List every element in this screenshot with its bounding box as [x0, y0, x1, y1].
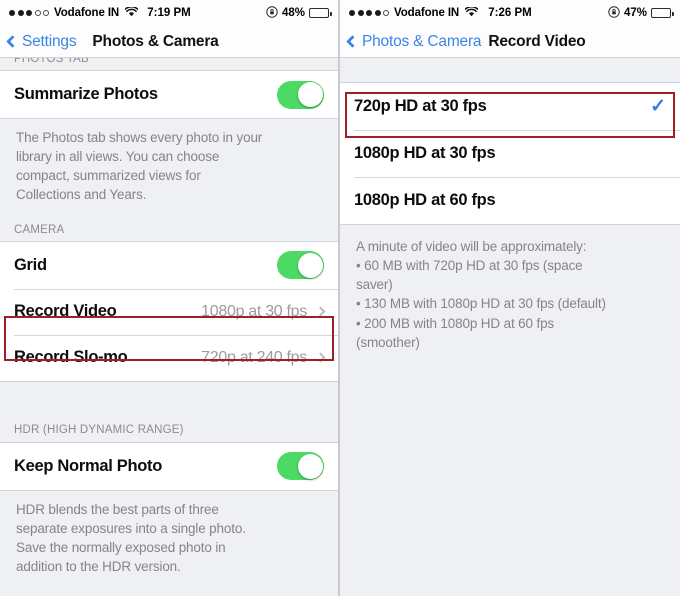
keep-normal-photo-toggle[interactable] — [277, 452, 324, 481]
summarize-photos-toggle[interactable] — [277, 80, 324, 109]
checkmark-icon: ✓ — [650, 96, 666, 117]
summarize-photos-row[interactable]: Summarize Photos — [0, 71, 338, 118]
video-resolution-options-group: 720p HD at 30 fps ✓ 1080p HD at 30 fps 1… — [340, 82, 680, 225]
record-slomo-value: 720p at 240 fps — [201, 348, 307, 366]
hdr-group: Keep Normal Photo — [0, 441, 338, 491]
rotation-lock-icon — [608, 5, 620, 21]
chevron-left-icon — [6, 35, 19, 48]
record-video-options-list: 720p HD at 30 fps ✓ 1080p HD at 30 fps 1… — [340, 58, 680, 596]
option-1080p-30fps-label: 1080p HD at 30 fps — [354, 144, 496, 162]
right-carrier-name: Vodafone IN — [394, 7, 460, 19]
grid-toggle[interactable] — [277, 251, 324, 280]
left-status-bar: Vodafone IN 7:19 PM 48% — [0, 0, 338, 26]
grid-row[interactable]: Grid — [0, 241, 338, 289]
left-battery-percent: 48% — [281, 7, 305, 19]
photos-tab-footer-text: The Photos tab shows every photo in your… — [16, 130, 263, 203]
left-wifi-icon — [124, 5, 139, 20]
summarize-photos-label: Summarize Photos — [14, 85, 158, 103]
keep-normal-photo-label: Keep Normal Photo — [14, 456, 163, 475]
right-battery-icon — [651, 8, 674, 18]
right-signal-strength-icon — [349, 10, 389, 16]
right-wifi-icon — [464, 5, 479, 20]
right-nav-bar: Photos & Camera Record Video — [340, 26, 680, 58]
record-video-row[interactable]: Record Video 1080p at 30 fps — [0, 288, 338, 335]
dual-screenshot-container: Vodafone IN 7:19 PM 48% Settings Photos … — [0, 0, 680, 596]
hdr-footer-text: HDR blends the best parts of three separ… — [16, 501, 246, 575]
left-battery-icon — [309, 8, 332, 18]
left-phone-screen: Vodafone IN 7:19 PM 48% Settings Photos … — [0, 0, 340, 596]
left-settings-list: PHOTOS TAB Summarize Photos The Photos t… — [0, 58, 338, 596]
camera-group: Grid Record Video 1080p at 30 fps Record… — [0, 240, 338, 382]
right-status-bar: Vodafone IN 7:26 PM 47% — [340, 0, 680, 26]
record-slomo-label: Record Slo-mo — [14, 348, 128, 367]
option-720p-30fps-label: 720p HD at 30 fps — [354, 97, 487, 115]
left-status-right: 48% — [266, 5, 332, 21]
chevron-left-icon — [346, 35, 359, 48]
left-signal-strength-icon — [9, 10, 49, 16]
option-1080p-30fps[interactable]: 1080p HD at 30 fps — [340, 130, 680, 177]
keep-normal-photo-row[interactable]: Keep Normal Photo — [0, 442, 338, 490]
right-battery-percent: 47% — [623, 7, 647, 19]
left-nav-bar: Settings Photos & Camera — [0, 26, 338, 58]
option-1080p-60fps-label: 1080p HD at 60 fps — [354, 191, 496, 209]
chevron-right-icon — [315, 306, 326, 317]
camera-section-header: CAMERA — [14, 223, 65, 236]
grid-label: Grid — [14, 255, 47, 274]
right-phone-screen: Vodafone IN 7:26 PM 47% Photos & Camera … — [340, 0, 680, 596]
hdr-section-header: HDR (HIGH DYNAMIC RANGE) — [14, 423, 184, 436]
left-carrier-name: Vodafone IN — [54, 7, 120, 19]
back-to-photos-camera-button[interactable]: Photos & Camera — [346, 32, 482, 51]
record-slomo-row[interactable]: Record Slo-mo 720p at 240 fps — [0, 334, 338, 381]
photos-tab-group: Summarize Photos — [0, 70, 338, 119]
record-video-label: Record Video — [14, 302, 117, 321]
photos-tab-section-header: PHOTOS TAB — [14, 58, 89, 65]
chevron-right-icon — [315, 352, 326, 363]
back-button-label: Photos & Camera — [362, 32, 482, 50]
video-size-footer-text: A minute of video will be approximately:… — [356, 239, 606, 350]
rotation-lock-icon — [266, 5, 278, 21]
record-video-value: 1080p at 30 fps — [201, 302, 307, 320]
back-to-settings-button[interactable]: Settings — [6, 32, 77, 51]
right-page-title: Record Video — [488, 32, 586, 50]
option-720p-30fps[interactable]: 720p HD at 30 fps ✓ — [340, 83, 680, 130]
right-status-right: 47% — [608, 5, 674, 21]
back-button-label: Settings — [22, 32, 77, 50]
option-1080p-60fps[interactable]: 1080p HD at 60 fps — [340, 177, 680, 224]
left-page-title: Photos & Camera — [92, 32, 219, 50]
